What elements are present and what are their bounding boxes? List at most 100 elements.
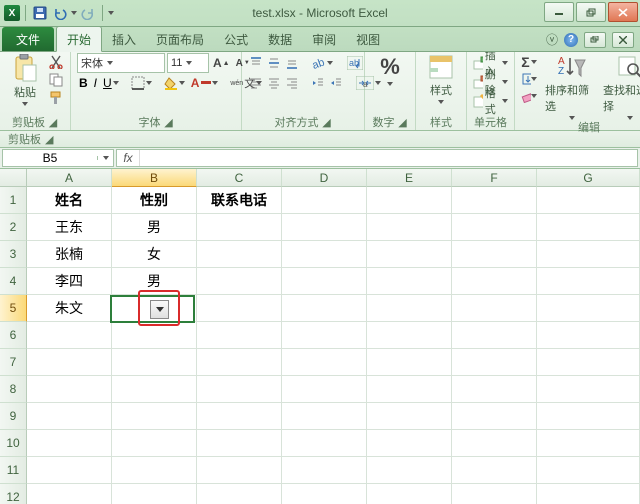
cell[interactable]: [282, 457, 367, 484]
qat-save-button[interactable]: [31, 4, 49, 22]
cell[interactable]: [537, 268, 640, 295]
row-header[interactable]: 7: [0, 349, 27, 376]
paste-button[interactable]: 粘贴: [6, 54, 44, 106]
cell[interactable]: [112, 403, 197, 430]
cell[interactable]: [452, 430, 537, 457]
ribbon-minimize-icon[interactable]: ⓥ: [546, 31, 558, 48]
cell[interactable]: [367, 403, 452, 430]
format-painter-button[interactable]: [48, 90, 64, 106]
cell[interactable]: [367, 322, 452, 349]
align-bottom-button[interactable]: [284, 54, 300, 72]
cell[interactable]: [197, 322, 282, 349]
cell[interactable]: [452, 241, 537, 268]
cell[interactable]: [27, 403, 112, 430]
cell[interactable]: [112, 457, 197, 484]
col-header-G[interactable]: G: [537, 169, 640, 187]
cell[interactable]: [367, 241, 452, 268]
row-header[interactable]: 12: [0, 484, 27, 504]
cell[interactable]: [537, 295, 640, 322]
cell[interactable]: [367, 214, 452, 241]
align-top-button[interactable]: [248, 54, 264, 72]
tab-home[interactable]: 开始: [56, 26, 102, 52]
row-header[interactable]: 8: [0, 376, 27, 403]
cell-styles-button[interactable]: 样式: [422, 54, 460, 104]
tab-insert[interactable]: 插入: [102, 27, 146, 51]
cell[interactable]: [197, 295, 282, 322]
cell[interactable]: [197, 349, 282, 376]
col-header-E[interactable]: E: [367, 169, 452, 187]
cell[interactable]: [452, 376, 537, 403]
cell[interactable]: [452, 187, 537, 214]
cell[interactable]: [282, 268, 367, 295]
cell[interactable]: [282, 403, 367, 430]
name-box-dropdown[interactable]: [97, 156, 113, 160]
cell[interactable]: [282, 430, 367, 457]
tab-review[interactable]: 审阅: [302, 27, 346, 51]
cell[interactable]: [452, 295, 537, 322]
help-icon[interactable]: ?: [564, 33, 578, 47]
fill-color-button[interactable]: [162, 74, 187, 92]
select-all-corner[interactable]: [0, 169, 27, 187]
data-validation-dropdown-button[interactable]: [150, 300, 169, 319]
cell[interactable]: [452, 349, 537, 376]
cell[interactable]: [537, 430, 640, 457]
col-header-D[interactable]: D: [282, 169, 367, 187]
row-header[interactable]: 9: [0, 403, 27, 430]
row-header[interactable]: 2: [0, 214, 27, 241]
col-header-C[interactable]: C: [197, 169, 282, 187]
cell[interactable]: [537, 241, 640, 268]
cell[interactable]: [282, 214, 367, 241]
col-header-A[interactable]: A: [27, 169, 112, 187]
cell[interactable]: 张楠: [27, 241, 112, 268]
cell[interactable]: [27, 376, 112, 403]
mdi-restore-button[interactable]: [584, 32, 606, 48]
copy-button[interactable]: [48, 72, 64, 88]
cell[interactable]: [367, 376, 452, 403]
border-button[interactable]: [129, 74, 154, 92]
decrease-indent-button[interactable]: [310, 74, 326, 92]
cell[interactable]: [282, 322, 367, 349]
cell[interactable]: 联系电话: [197, 187, 282, 214]
row-header[interactable]: 6: [0, 322, 27, 349]
align-center-button[interactable]: [266, 74, 282, 92]
cell[interactable]: [27, 457, 112, 484]
cut-button[interactable]: [48, 54, 64, 70]
font-color-button[interactable]: A: [189, 74, 221, 92]
tab-view[interactable]: 视图: [346, 27, 390, 51]
tab-formulas[interactable]: 公式: [214, 27, 258, 51]
cell[interactable]: [112, 484, 197, 504]
cell[interactable]: 男: [112, 214, 197, 241]
cell[interactable]: [197, 403, 282, 430]
row-header[interactable]: 3: [0, 241, 27, 268]
cell[interactable]: [452, 322, 537, 349]
cell[interactable]: [367, 457, 452, 484]
tab-layout[interactable]: 页面布局: [146, 27, 214, 51]
worksheet-grid[interactable]: A B C D E F G 1 姓名 性别 联系电话 2 王东 男 3 张楠 女…: [0, 169, 640, 504]
col-header-F[interactable]: F: [452, 169, 537, 187]
row-header[interactable]: 5: [0, 295, 27, 322]
cell[interactable]: [282, 295, 367, 322]
cell[interactable]: [537, 484, 640, 504]
cell[interactable]: [282, 241, 367, 268]
cell[interactable]: [282, 376, 367, 403]
qat-undo-dropdown[interactable]: [71, 11, 77, 15]
cell[interactable]: [452, 457, 537, 484]
align-left-button[interactable]: [248, 74, 264, 92]
cell[interactable]: 姓名: [27, 187, 112, 214]
cell[interactable]: [537, 457, 640, 484]
cell[interactable]: [27, 349, 112, 376]
cell[interactable]: [197, 241, 282, 268]
row-header[interactable]: 4: [0, 268, 27, 295]
name-box[interactable]: B5: [2, 149, 114, 167]
cell[interactable]: [112, 349, 197, 376]
font-size-combo[interactable]: 11: [167, 53, 209, 73]
window-close-button[interactable]: [608, 2, 638, 22]
qat-customize-dropdown[interactable]: [108, 11, 114, 15]
font-launcher-icon[interactable]: ◢: [164, 117, 174, 127]
mdi-close-button[interactable]: [612, 32, 634, 48]
cell[interactable]: [537, 187, 640, 214]
format-cells-button[interactable]: 格式: [473, 92, 508, 110]
cell[interactable]: [537, 322, 640, 349]
orientation-button[interactable]: ab: [310, 54, 335, 72]
wrap-text-button[interactable]: ab: [345, 54, 365, 72]
